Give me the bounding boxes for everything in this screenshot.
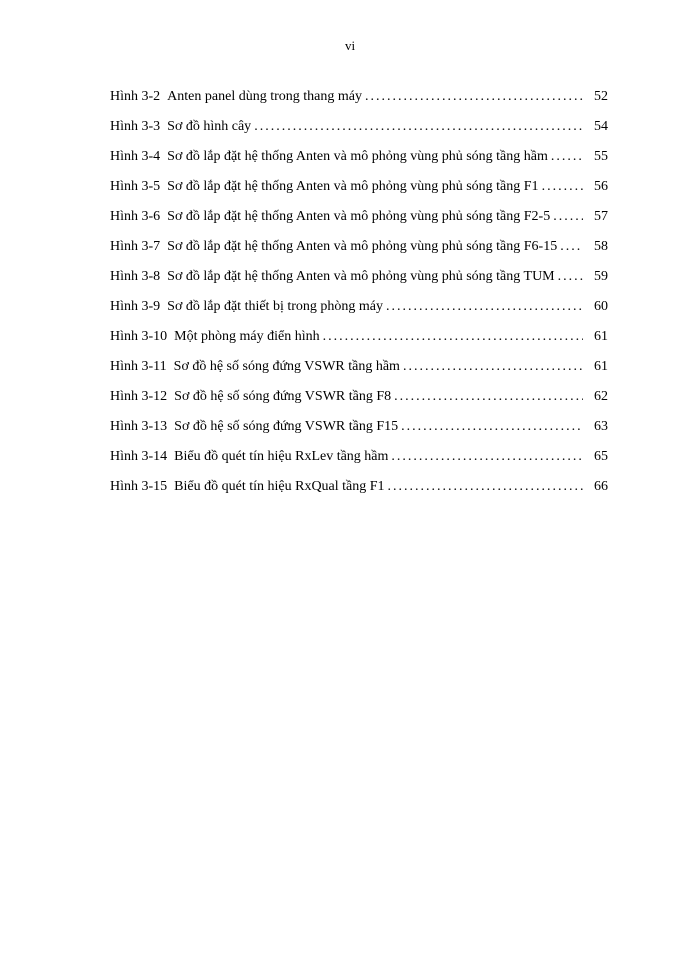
toc-entry: Hình 3-2 Anten panel dùng trong thang má…	[110, 86, 608, 107]
toc-entry-label: Hình 3-9	[110, 296, 160, 317]
toc-entry: Hình 3-10 Một phòng máy điển hình 61	[110, 326, 608, 347]
toc-entry-separator	[167, 386, 174, 407]
toc-entry-page: 61	[586, 356, 608, 377]
toc-entry: Hình 3-9 Sơ đồ lắp đặt thiết bị trong ph…	[110, 296, 608, 317]
toc-entry: Hình 3-4 Sơ đồ lắp đặt hệ thống Anten và…	[110, 146, 608, 167]
toc-entry-label: Hình 3-4	[110, 146, 160, 167]
toc-entry-leader-dots	[553, 206, 583, 227]
toc-entry-page: 54	[586, 116, 608, 137]
toc-entry-leader-dots	[388, 476, 583, 497]
toc-entry: Hình 3-13 Sơ đồ hệ số sóng đứng VSWR tần…	[110, 416, 608, 437]
toc-entry-leader-dots	[542, 176, 583, 197]
toc-entry-title: Sơ đồ hệ số sóng đứng VSWR tầng F15	[174, 416, 398, 437]
toc-entry-label: Hình 3-12	[110, 386, 167, 407]
toc-entry: Hình 3-7 Sơ đồ lắp đặt hệ thống Anten và…	[110, 236, 608, 257]
toc-entry-leader-dots	[386, 296, 583, 317]
toc-entry-label: Hình 3-7	[110, 236, 160, 257]
toc-entry-page: 58	[586, 236, 608, 257]
toc-entry: Hình 3-14 Biểu đồ quét tín hiệu RxLev tầ…	[110, 446, 608, 467]
toc-entry-separator	[167, 356, 174, 377]
toc-entry-separator	[167, 326, 174, 347]
toc-entry-separator	[160, 236, 167, 257]
page-number: vi	[0, 38, 700, 54]
toc-entry-separator	[160, 206, 167, 227]
toc-entry-leader-dots	[365, 86, 583, 107]
toc-entry-leader-dots	[254, 116, 583, 137]
toc-entry-title: Sơ đồ lắp đặt hệ thống Anten và mô phỏng…	[167, 266, 554, 287]
toc-entry: Hình 3-15 Biểu đồ quét tín hiệu RxQual t…	[110, 476, 608, 497]
toc-entry-title: Sơ đồ lắp đặt hệ thống Anten và mô phỏng…	[167, 146, 548, 167]
toc-entry-page: 55	[586, 146, 608, 167]
toc-entry: Hình 3-5 Sơ đồ lắp đặt hệ thống Anten và…	[110, 176, 608, 197]
toc-entry-page: 63	[586, 416, 608, 437]
toc-entry-separator	[160, 296, 167, 317]
toc-entry-leader-dots	[560, 236, 583, 257]
toc-entry-title: Sơ đồ lắp đặt thiết bị trong phòng máy	[167, 296, 383, 317]
toc-entry-separator	[160, 176, 167, 197]
toc-entry-title: Sơ đồ lắp đặt hệ thống Anten và mô phỏng…	[167, 236, 557, 257]
toc-entry-page: 57	[586, 206, 608, 227]
toc-entry-title: Một phòng máy điển hình	[174, 326, 319, 347]
toc-entry-title: Sơ đồ lắp đặt hệ thống Anten và mô phỏng…	[167, 176, 538, 197]
toc-entry-title: Biểu đồ quét tín hiệu RxLev tầng hầm	[174, 446, 388, 467]
toc-entry-leader-dots	[391, 446, 583, 467]
toc-entry-page: 52	[586, 86, 608, 107]
toc-entry-label: Hình 3-8	[110, 266, 160, 287]
toc-entry-separator	[160, 146, 167, 167]
toc-entry-leader-dots	[558, 266, 583, 287]
toc-entry-leader-dots	[323, 326, 583, 347]
toc-entry-title: Anten panel dùng trong thang máy	[167, 86, 362, 107]
toc-entry-label: Hình 3-14	[110, 446, 167, 467]
toc-entry: Hình 3-8 Sơ đồ lắp đặt hệ thống Anten và…	[110, 266, 608, 287]
toc-entry-page: 62	[586, 386, 608, 407]
toc-entry-leader-dots	[551, 146, 583, 167]
toc-entry-leader-dots	[394, 386, 583, 407]
toc-entry-title: Sơ đồ hệ số sóng đứng VSWR tầng F8	[174, 386, 391, 407]
toc-entry-leader-dots	[403, 356, 583, 377]
toc-entry-page: 66	[586, 476, 608, 497]
toc-entry-title: Biểu đồ quét tín hiệu RxQual tầng F1	[174, 476, 384, 497]
toc-entry-page: 60	[586, 296, 608, 317]
toc-entry-page: 59	[586, 266, 608, 287]
toc-entry-label: Hình 3-2	[110, 86, 160, 107]
toc-entry-separator	[167, 446, 174, 467]
toc-entry-leader-dots	[401, 416, 583, 437]
toc-entry-label: Hình 3-3	[110, 116, 160, 137]
toc-entry-title: Sơ đồ hệ số sóng đứng VSWR tầng hầm	[174, 356, 400, 377]
toc-entry-label: Hình 3-6	[110, 206, 160, 227]
toc-entry: Hình 3-12 Sơ đồ hệ số sóng đứng VSWR tần…	[110, 386, 608, 407]
toc-entry-title: Sơ đồ lắp đặt hệ thống Anten và mô phỏng…	[167, 206, 550, 227]
toc-entry: Hình 3-6 Sơ đồ lắp đặt hệ thống Anten và…	[110, 206, 608, 227]
toc-entry-separator	[167, 416, 174, 437]
toc-entry-page: 61	[586, 326, 608, 347]
toc-entry-page: 65	[586, 446, 608, 467]
toc-entry: Hình 3-11 Sơ đồ hệ số sóng đứng VSWR tần…	[110, 356, 608, 377]
toc-entry-title: Sơ đồ hình cây	[167, 116, 251, 137]
toc-entry: Hình 3-3 Sơ đồ hình cây 54	[110, 116, 608, 137]
toc-entry-label: Hình 3-10	[110, 326, 167, 347]
toc-entry-separator	[160, 86, 167, 107]
toc-entry-label: Hình 3-5	[110, 176, 160, 197]
toc-entry-label: Hình 3-15	[110, 476, 167, 497]
toc-entry-label: Hình 3-13	[110, 416, 167, 437]
toc-list: Hình 3-2 Anten panel dùng trong thang má…	[110, 86, 608, 506]
toc-entry-separator	[167, 476, 174, 497]
toc-entry-separator	[160, 266, 167, 287]
toc-entry-label: Hình 3-11	[110, 356, 167, 377]
toc-entry-separator	[160, 116, 167, 137]
toc-entry-page: 56	[586, 176, 608, 197]
